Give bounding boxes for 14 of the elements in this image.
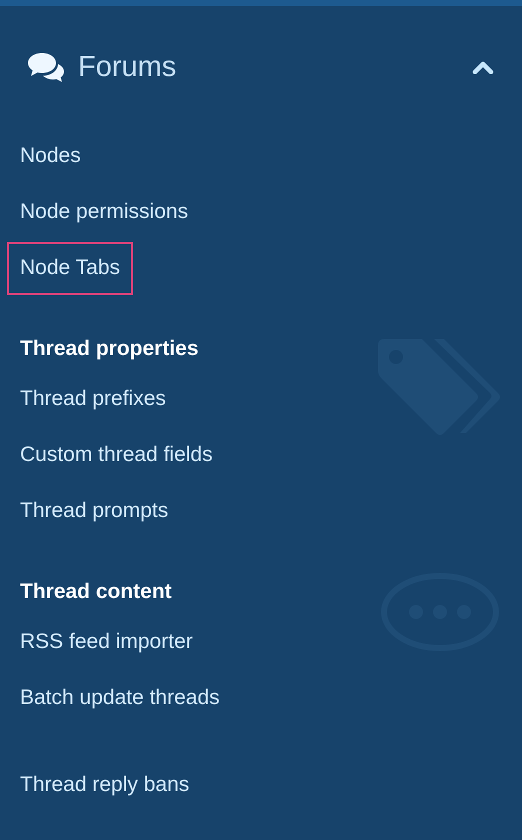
nav-link[interactable]: Nodes bbox=[7, 130, 94, 182]
nav-link[interactable]: Node Tabs bbox=[7, 242, 134, 294]
nav-link[interactable]: Thread prompts bbox=[7, 484, 182, 538]
nav-link[interactable]: Thread prefixes bbox=[7, 372, 179, 426]
chevron-up-icon bbox=[472, 60, 494, 74]
group-heading: Thread properties bbox=[19, 336, 200, 362]
nav-link[interactable]: Thread reply bans bbox=[7, 758, 202, 812]
chat-bubbles-icon bbox=[26, 51, 66, 83]
section-title: Forums bbox=[78, 50, 178, 84]
nav-link[interactable]: Batch update threads bbox=[7, 672, 233, 724]
nav-link[interactable]: Node permissions bbox=[7, 186, 202, 238]
nav-link[interactable]: RSS feed importer bbox=[7, 616, 206, 668]
group-heading: Thread content bbox=[19, 579, 173, 605]
nav-link[interactable]: Custom thread fields bbox=[7, 428, 226, 482]
